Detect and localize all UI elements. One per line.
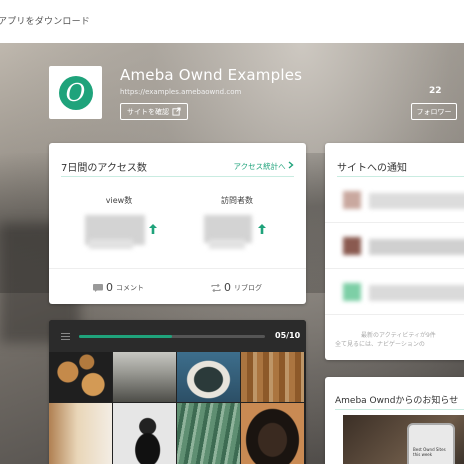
comments-stat[interactable]: 0 コメント [93,281,144,294]
visit-site-button[interactable]: サイトを確認 [120,103,188,120]
notification-caption: 最新のアクティビティが9件 全て見るには、ナビゲーションの [335,332,436,348]
visitors-up-arrow-icon [258,224,266,234]
notification-item[interactable] [325,229,464,269]
list-icon[interactable] [61,333,70,340]
access-footer: 0 コメント 0 リブログ [49,268,306,304]
photo-grid [49,352,306,464]
photo-cookies[interactable] [49,352,112,402]
visit-site-label: サイトを確認 [127,107,169,116]
access-card: 7日間のアクセス数 アクセス統計へ view数 訪問者数 0 コメント 0 リブ… [49,143,306,304]
slideshow-progress-fill [79,335,172,338]
notification-card: サイトへの通知 最新のアクティビティが9件 全て見るには、ナビゲーションの [325,143,464,360]
photo-curtain[interactable] [49,403,112,464]
slide-counter: 05/10 [275,331,301,340]
access-stats-link[interactable]: アクセス統計へ [233,161,294,172]
notification-card-header: サイトへの通知 [337,143,464,177]
avatar [343,283,361,301]
reblogs-label: リブログ [234,283,262,292]
photo-person[interactable] [113,403,176,464]
slideshow-toolbar: 05/10 [49,320,306,352]
news-image[interactable]: Best Ownd Sites this week [343,415,464,464]
notification-card-title: サイトへの通知 [337,163,407,174]
photo-dog[interactable] [241,403,304,464]
reblogs-stat[interactable]: 0 リブログ [211,281,262,294]
site-url: https://examples.amebaownd.com [120,88,242,96]
photo-cactus[interactable] [177,403,240,464]
reblogs-count: 0 [224,281,231,294]
ownd-logo-icon: O [58,75,93,110]
comments-label: コメント [116,283,144,292]
access-card-title: 7日間のアクセス数 [61,163,147,174]
avatar [343,237,361,255]
views-up-arrow-icon [149,224,157,234]
app-download-link[interactable]: アプリをダウンロード [0,14,90,27]
phone-mockup: Best Ownd Sites this week [407,423,455,464]
media-slideshow-card: 05/10 [49,320,306,464]
notification-item[interactable] [325,183,464,223]
chevron-right-icon [288,161,294,171]
avatar [343,191,361,209]
photo-coffee[interactable] [177,352,240,402]
site-logo[interactable]: O [49,66,102,119]
news-card-title: Ameba Owndからのお知らせ [335,396,459,406]
follower-button[interactable]: フォロワー [411,103,457,120]
reblog-icon [211,283,221,292]
visitors-label: 訪問者数 [221,196,253,205]
views-label: view数 [105,196,133,205]
slideshow-progress[interactable] [79,335,265,338]
comments-count: 0 [106,281,113,294]
photo-cafe[interactable] [113,352,176,402]
external-link-icon [172,107,181,116]
access-card-header: 7日間のアクセス数 アクセス統計へ [61,143,294,177]
site-profile: O Ameba Ownd Examples https://examples.a… [49,66,459,124]
comment-icon [93,283,103,292]
photo-city[interactable] [241,352,304,402]
news-card: Ameba Owndからのお知らせ Best Ownd Sites this w… [325,377,464,464]
follower-count: 22 [429,86,442,96]
notification-item[interactable] [325,275,464,315]
site-title: Ameba Ownd Examples [120,66,303,84]
top-bar: アプリをダウンロード [0,0,464,43]
